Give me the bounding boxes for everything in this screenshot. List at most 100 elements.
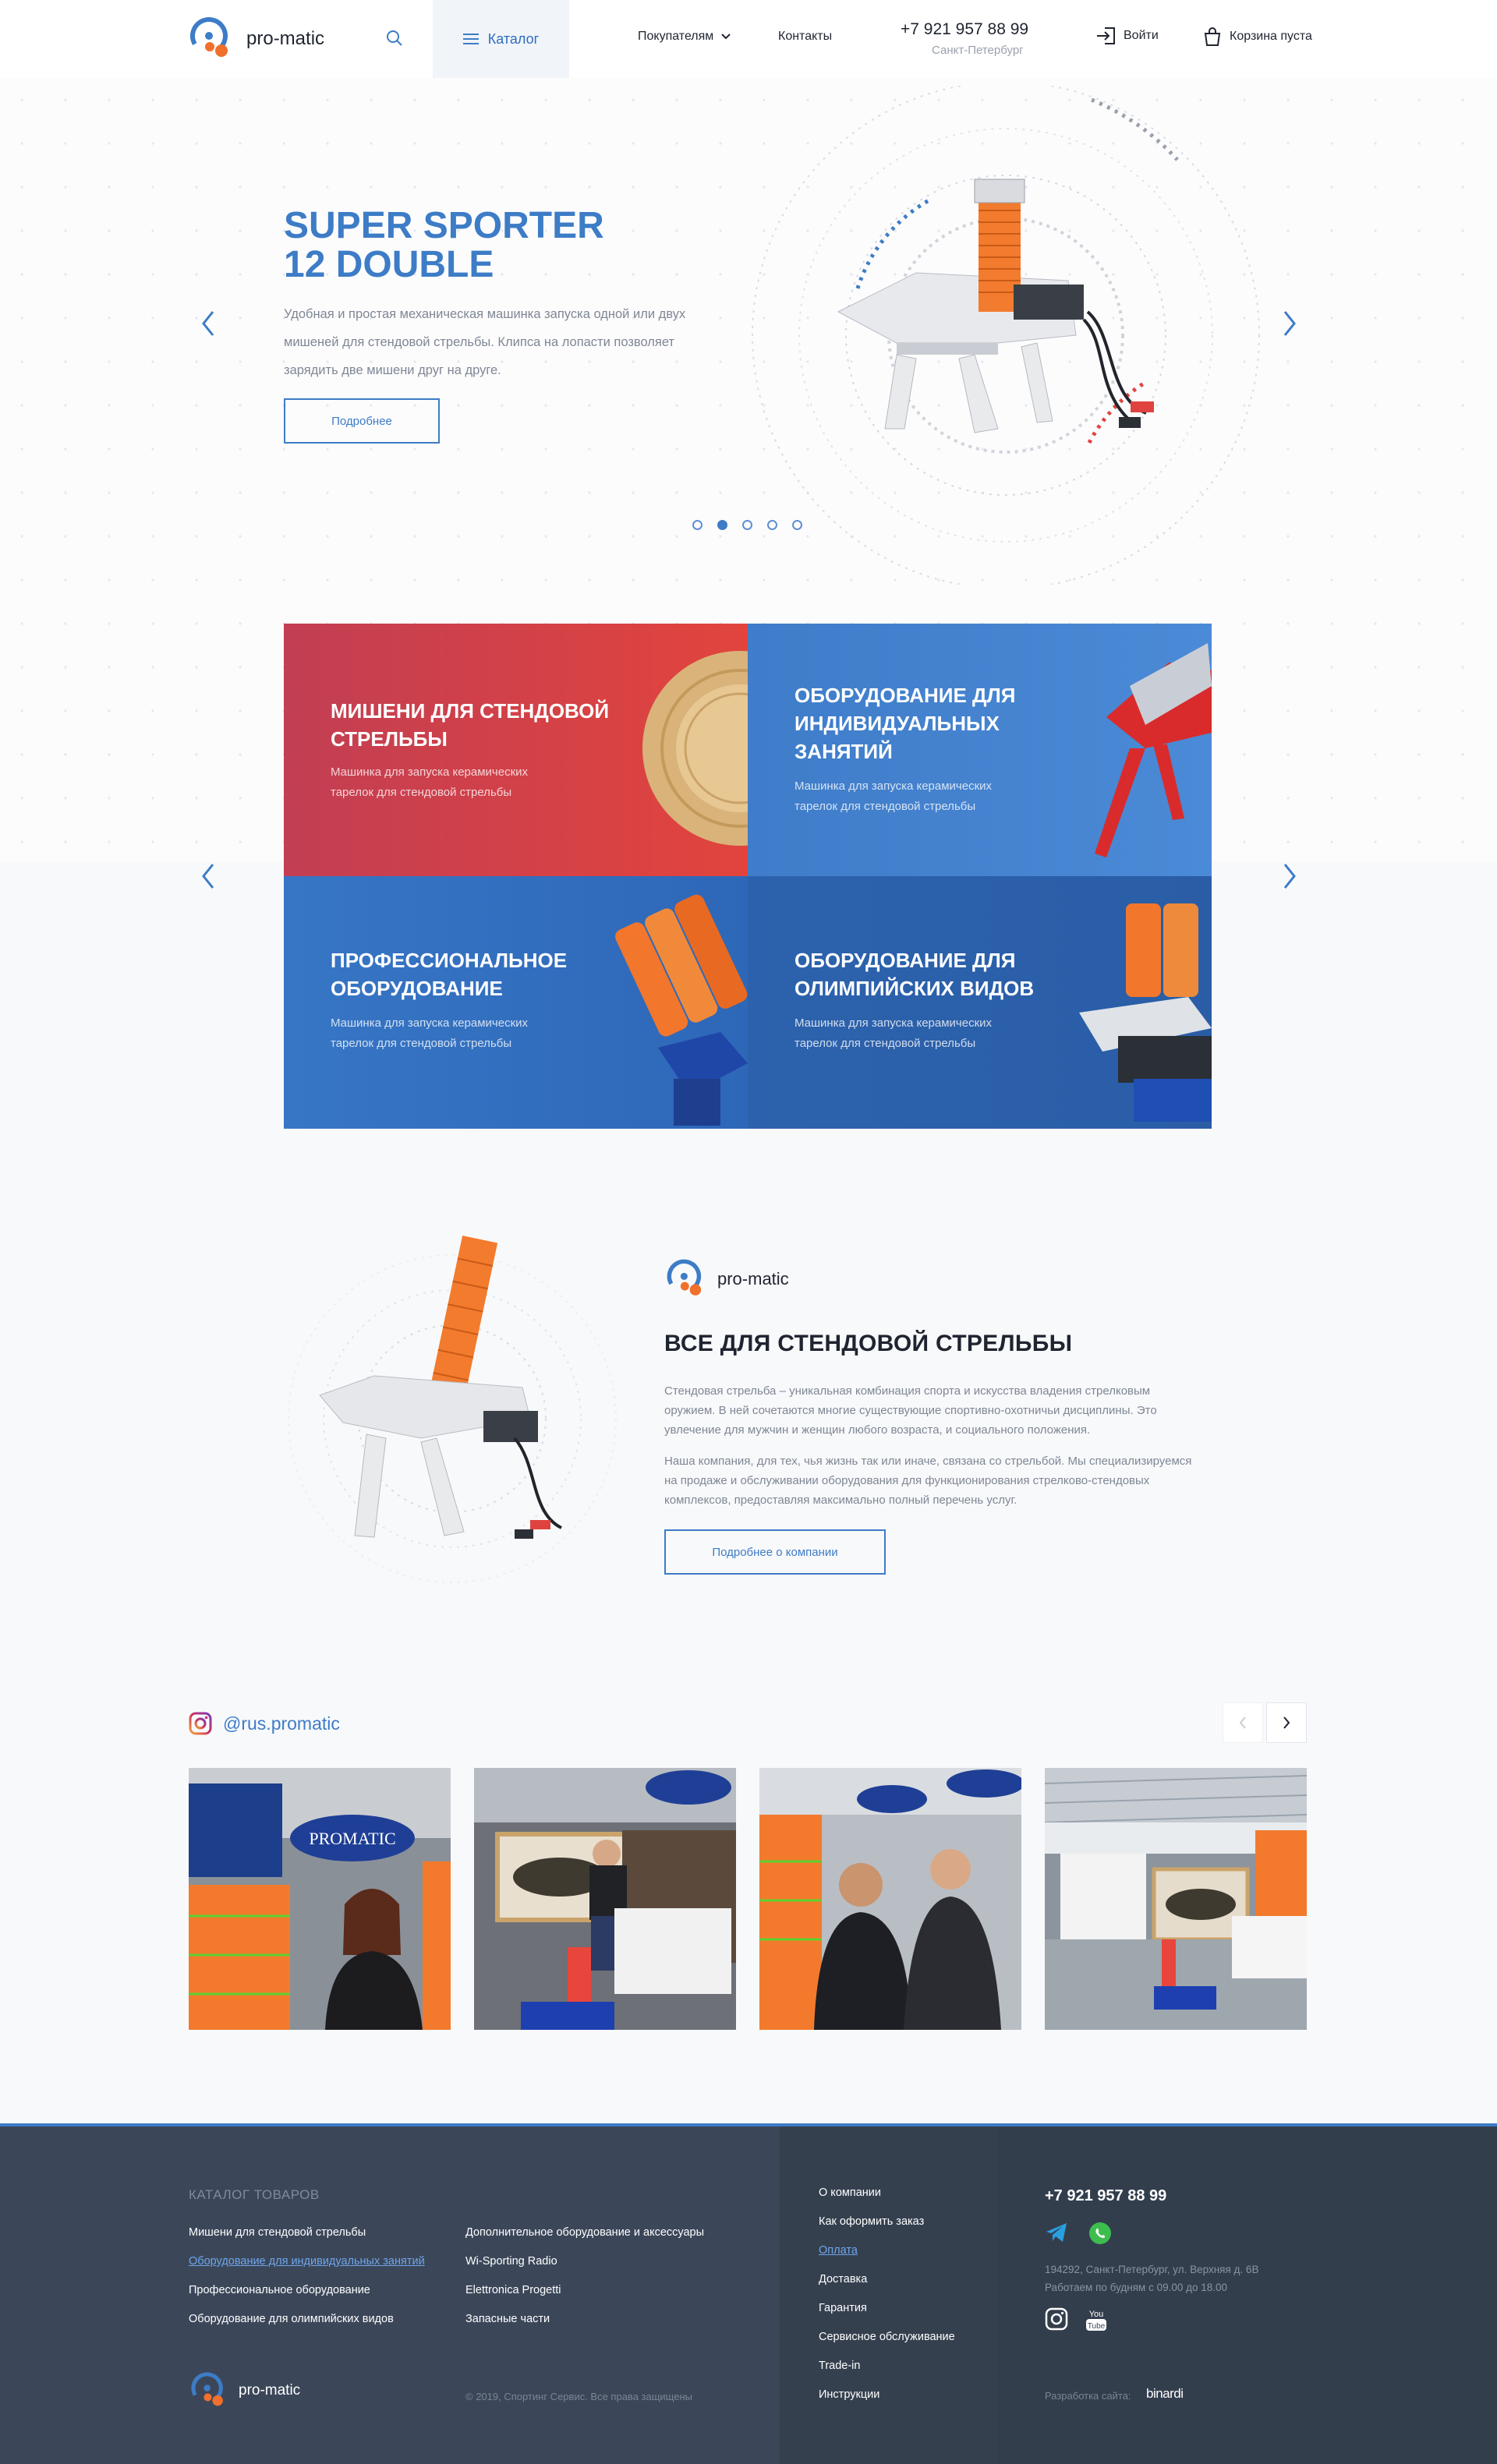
category-tile-professional[interactable]: ПРОФЕССИОНАЛЬНОЕ ОБОРУДОВАНИЕ Машинка дл…: [284, 876, 748, 1129]
whatsapp-icon: [1089, 2222, 1111, 2244]
header-city: Санкт-Петербург: [932, 44, 1024, 57]
footer-catalog-col-1: Мишени для стендовой стрельбы Оборудован…: [189, 2226, 425, 2342]
tiles-next-arrow[interactable]: [1277, 861, 1301, 892]
about-paragraph-1: Стендовая стрельба – уникальная комбинац…: [664, 1384, 1157, 1437]
page: pro-matic Каталог Покупателям Контакты +…: [0, 0, 1497, 2464]
footer-catalog-link[interactable]: Elettronica Progetti: [465, 2284, 561, 2296]
footer-catalog-title: КАТАЛОГ ТОВАРОВ: [189, 2187, 320, 2202]
category-tile-individual[interactable]: ОБОРУДОВАНИЕ ДЛЯ ИНДИВИДУАЛЬНЫХ ЗАНЯТИЙ …: [748, 624, 1212, 876]
slide-dot-2[interactable]: [717, 520, 727, 530]
footer-info-link[interactable]: Как оформить заказ: [819, 2215, 924, 2228]
nav-contacts[interactable]: Контакты: [778, 30, 832, 44]
about-title: ВСЕ ДЛЯ СТЕНДОВОЙ СТРЕЛЬБЫ: [664, 1331, 1073, 1356]
telegram-link[interactable]: [1045, 2222, 1068, 2249]
site-header: pro-matic Каталог Покупателям Контакты +…: [0, 0, 1497, 78]
footer-catalog-col-2: Дополнительное оборудование и аксессуары…: [465, 2226, 704, 2342]
logo-mark-icon: [187, 14, 237, 64]
slide-dot-1[interactable]: [692, 520, 702, 530]
slide-dot-4[interactable]: [767, 520, 777, 530]
nav-buyers-label: Покупателям: [638, 30, 714, 43]
footer-info-link[interactable]: О компании: [819, 2186, 881, 2199]
footer-phone[interactable]: +7 921 957 88 99: [1045, 2187, 1166, 2205]
nav-buyers[interactable]: Покупателям: [638, 30, 731, 44]
footer-catalog-link[interactable]: Wi-Sporting Radio: [465, 2255, 557, 2268]
category-tile-olympic[interactable]: ОБОРУДОВАНИЕ ДЛЯ ОЛИМПИЙСКИХ ВИДОВ Машин…: [748, 876, 1212, 1129]
category-tile-targets[interactable]: МИШЕНИ ДЛЯ СТЕНДОВОЙ СТРЕЛЬБЫ Машинка дл…: [284, 624, 748, 876]
header-logo[interactable]: pro-matic: [187, 14, 324, 64]
instagram-link[interactable]: @rus.promatic: [189, 1712, 340, 1735]
footer-catalog-link[interactable]: Мишени для стендовой стрельбы: [189, 2226, 366, 2239]
instagram-icon: [1045, 2307, 1068, 2331]
booth-sign: PROMATIC: [309, 1829, 395, 1848]
olympic-machine-icon: [1079, 903, 1212, 1122]
about-more-button[interactable]: Подробнее о компании: [664, 1529, 886, 1575]
footer-info-link[interactable]: Сервисное обслуживание: [819, 2331, 955, 2343]
instagram-prev-button[interactable]: [1223, 1702, 1263, 1743]
footer-info-link[interactable]: Trade-in: [819, 2360, 860, 2372]
instagram-photo-2[interactable]: [474, 1768, 736, 2030]
category-title: МИШЕНИ ДЛЯ СТЕНДОВОЙ СТРЕЛЬБЫ: [331, 699, 610, 751]
footer-info-link[interactable]: Доставка: [819, 2273, 867, 2285]
login-link[interactable]: Войти: [1095, 27, 1159, 45]
photo-booth-overview: [1045, 1768, 1307, 2030]
cart-label: Корзина пуста: [1230, 30, 1312, 43]
youtube-word-top: You: [1089, 2310, 1104, 2319]
footer-info-links: О компании Как оформить заказ Оплата Дос…: [819, 2186, 955, 2417]
footer-catalog-link[interactable]: Дополнительное оборудование и аксессуары: [465, 2226, 704, 2239]
chevron-right-icon: [1283, 1716, 1290, 1729]
footer-logo[interactable]: pro-matic: [189, 2370, 300, 2412]
hero-prev-arrow[interactable]: [197, 308, 221, 339]
tiles-prev-arrow[interactable]: [197, 861, 221, 892]
whatsapp-link[interactable]: [1088, 2222, 1112, 2249]
logo-text: pro-matic: [246, 28, 325, 49]
footer-socials: You Tube: [1045, 2307, 1107, 2336]
footer-developer-link[interactable]: binardi: [1146, 2386, 1184, 2402]
slide-dot-5[interactable]: [792, 520, 802, 530]
chevron-right-icon: [1283, 311, 1296, 336]
footer-logo-text: pro-matic: [239, 2382, 301, 2399]
photo-booth-man-sitting: [474, 1768, 736, 2030]
pro-machine-icon: [615, 894, 748, 1126]
instagram-photo-1[interactable]: PROMATIC: [189, 1768, 451, 2030]
footer-info-link[interactable]: Инструкции: [819, 2388, 879, 2401]
instagram-photo-4[interactable]: [1045, 1768, 1307, 2030]
search-icon: [387, 30, 402, 46]
footer-catalog-link[interactable]: Профессиональное оборудование: [189, 2284, 370, 2296]
photo-booth-woman: PROMATIC: [189, 1768, 451, 2030]
clay-target-icon: [642, 651, 748, 846]
red-thrower-icon: [1095, 643, 1212, 857]
chevron-left-icon: [202, 311, 214, 336]
footer-catalog-link[interactable]: Оборудование для олимпийских видов: [189, 2313, 394, 2325]
category-subtitle: Машинка для запуска керамических тарелок…: [795, 780, 993, 813]
footer-copyright: © 2019, Спортинг Сервис. Все права защищ…: [465, 2391, 692, 2402]
footer-developer-label: Разработка сайта:: [1045, 2390, 1131, 2402]
hero-title: SUPER SPORTER 12 DOUBLE: [284, 207, 674, 285]
cart-icon: [1204, 27, 1221, 46]
instagram-next-button[interactable]: [1266, 1702, 1307, 1743]
footer-catalog-link[interactable]: Оборудование для индивидуальных занятий: [189, 2255, 425, 2268]
footer-info-link[interactable]: Гарантия: [819, 2302, 867, 2314]
hero-machine-illustration: [752, 86, 1260, 585]
instagram-icon: [189, 1712, 212, 1735]
hero-next-arrow[interactable]: [1277, 308, 1301, 339]
login-icon: [1097, 27, 1115, 44]
search-button[interactable]: [382, 27, 407, 51]
instagram-photo-3[interactable]: [759, 1768, 1021, 2030]
footer-address-block: 194292, Санкт-Петербург, ул. Верхняя д. …: [1045, 2261, 1258, 2296]
about-logo-text: pro-matic: [717, 1269, 789, 1289]
footer-catalog-link[interactable]: Запасные части: [465, 2313, 550, 2325]
chevron-left-icon: [202, 864, 214, 889]
category-subtitle: Машинка для запуска керамических тарелок…: [331, 765, 529, 799]
hero-more-button[interactable]: Подробнее: [284, 398, 440, 444]
catalog-label: Каталог: [487, 30, 540, 47]
cart-link[interactable]: Корзина пуста: [1203, 27, 1312, 47]
category-title: ПРОФЕССИОНАЛЬНОЕ ОБОРУДОВАНИЕ: [331, 949, 568, 1000]
catalog-button[interactable]: Каталог: [433, 0, 569, 78]
slide-dot-3[interactable]: [742, 520, 752, 530]
footer-youtube-link[interactable]: You Tube: [1085, 2307, 1107, 2336]
footer-info-link[interactable]: Оплата: [819, 2244, 858, 2257]
about-machine-illustration: [288, 1236, 617, 1583]
category-title: ОБОРУДОВАНИЕ ДЛЯ ОЛИМПИЙСКИХ ВИДОВ: [795, 949, 1035, 1000]
header-phone[interactable]: +7 921 957 88 99: [901, 20, 1028, 39]
footer-instagram-link[interactable]: [1045, 2307, 1068, 2336]
